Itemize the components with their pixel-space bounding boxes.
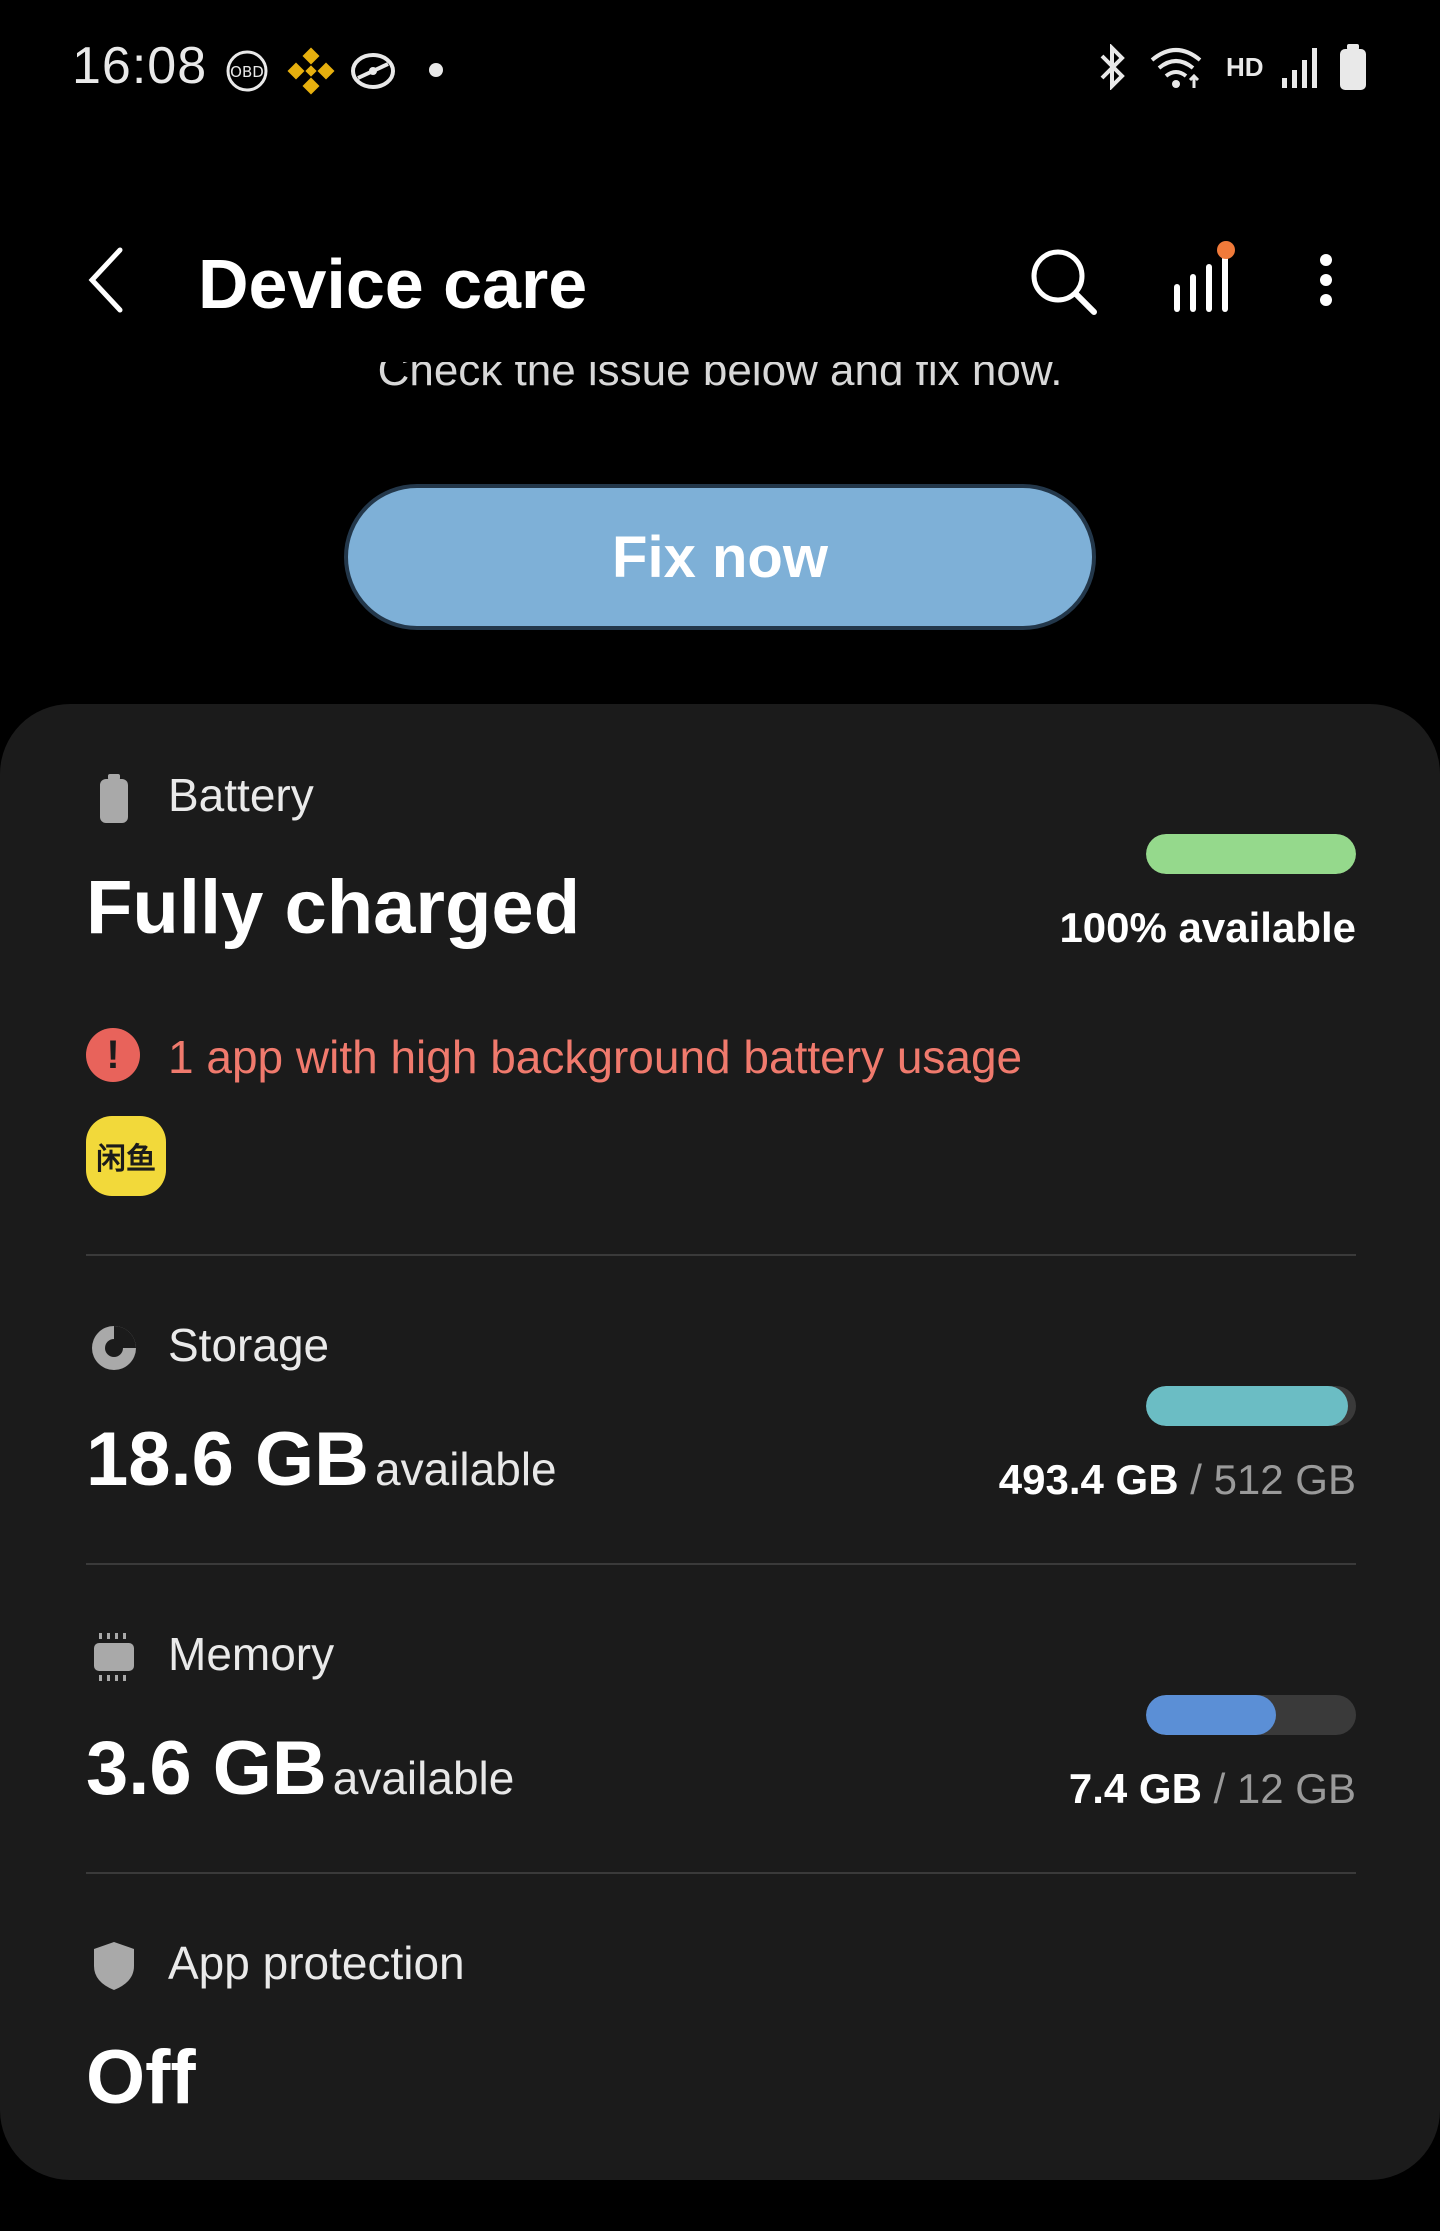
intro-message-text: Check the issue below and fix now. (377, 362, 1063, 395)
wifi-icon (1148, 44, 1204, 95)
memory-usage-bar (1146, 1695, 1356, 1735)
bluetooth-icon (1092, 43, 1132, 95)
battery-section-icon (86, 770, 142, 826)
chevron-left-icon (88, 247, 123, 313)
battery-status: Fully charged (86, 865, 581, 950)
memory-usage-text: 7.4 GB / 12 GB (1069, 1765, 1356, 1813)
device-care-screen: 16:08 OBD HD Device care Check the issue… (0, 0, 1440, 2231)
storage-usage-text: 493.4 GB / 512 GB (999, 1456, 1356, 1504)
more-vertical-icon (1320, 254, 1332, 306)
app-protection-label: App protection (168, 1937, 465, 1989)
storage-label: Storage (168, 1319, 330, 1371)
memory-used: 7.4 GB (1068, 1765, 1202, 1812)
obd-icon: OBD (224, 48, 270, 99)
storage-available-amount: 18.6 GB (86, 1417, 370, 1502)
memory-total: 12 GB (1236, 1765, 1356, 1812)
more-options-button[interactable] (1286, 240, 1366, 320)
storage-used: 493.4 GB (998, 1456, 1179, 1503)
battery-section[interactable]: Battery Fully charged 100% available (0, 704, 1440, 1254)
shield-icon (86, 1938, 142, 1994)
bar-chart-icon (1174, 241, 1235, 312)
storage-separator: / (1190, 1456, 1202, 1503)
pie-chart-icon (86, 1320, 142, 1376)
memory-label: Memory (168, 1628, 335, 1680)
memory-chip-icon (86, 1629, 142, 1685)
stats-button[interactable] (1162, 240, 1242, 320)
back-button[interactable] (80, 240, 140, 320)
storage-usage-bar (1146, 1386, 1356, 1426)
xianyu-app-icon[interactable]: 闲鱼 (86, 1116, 166, 1196)
sync-icon (348, 48, 398, 99)
intro-message: Check the issue below and fix now. (0, 362, 1440, 414)
battery-level-text: 100% available (1059, 904, 1356, 951)
fix-now-button[interactable]: Fix now (344, 484, 1096, 630)
app-icon-glyph: 闲鱼 (96, 1142, 156, 1177)
page-title: Device care (198, 245, 588, 323)
app-protection-section[interactable]: App protection Off (0, 1874, 1440, 2154)
battery-warning-text: 1 app with high background battery usage (168, 1031, 1023, 1083)
memory-usage-fill (1146, 1695, 1276, 1735)
storage-section[interactable]: Storage 18.6 GB available 493.4 GB / 512 … (0, 1256, 1440, 1562)
hd-icon: HD (1226, 52, 1264, 82)
battery-icon (1338, 44, 1368, 97)
signal-icon (1280, 44, 1322, 95)
battery-level-fill (1146, 834, 1356, 874)
dot-icon (428, 62, 444, 83)
memory-value: 3.6 GB available (86, 1725, 514, 1812)
storage-value: 18.6 GB available (86, 1416, 557, 1503)
memory-separator: / (1213, 1765, 1226, 1812)
binance-icon (286, 46, 336, 101)
app-protection-status: Off (86, 2035, 196, 2120)
svg-text:OBD: OBD (230, 63, 264, 81)
search-icon (1031, 249, 1097, 315)
status-time: 16:08 (72, 37, 208, 95)
status-bar: 16:08 OBD HD (0, 0, 1440, 140)
storage-total: 512 GB (1213, 1456, 1356, 1503)
memory-available-amount: 3.6 GB (86, 1726, 327, 1811)
alert-icon: ! (86, 1028, 140, 1082)
battery-label: Battery (168, 769, 314, 821)
memory-section[interactable]: Memory 3.6 GB available 7.4 GB / 12 GB (0, 1565, 1440, 1871)
search-button[interactable] (1022, 240, 1102, 320)
app-header: Device care (0, 220, 1440, 350)
memory-available-unit: available (332, 1752, 515, 1804)
storage-available-unit: available (375, 1443, 557, 1495)
battery-level-bar (1146, 834, 1356, 874)
storage-usage-fill (1146, 1386, 1349, 1426)
